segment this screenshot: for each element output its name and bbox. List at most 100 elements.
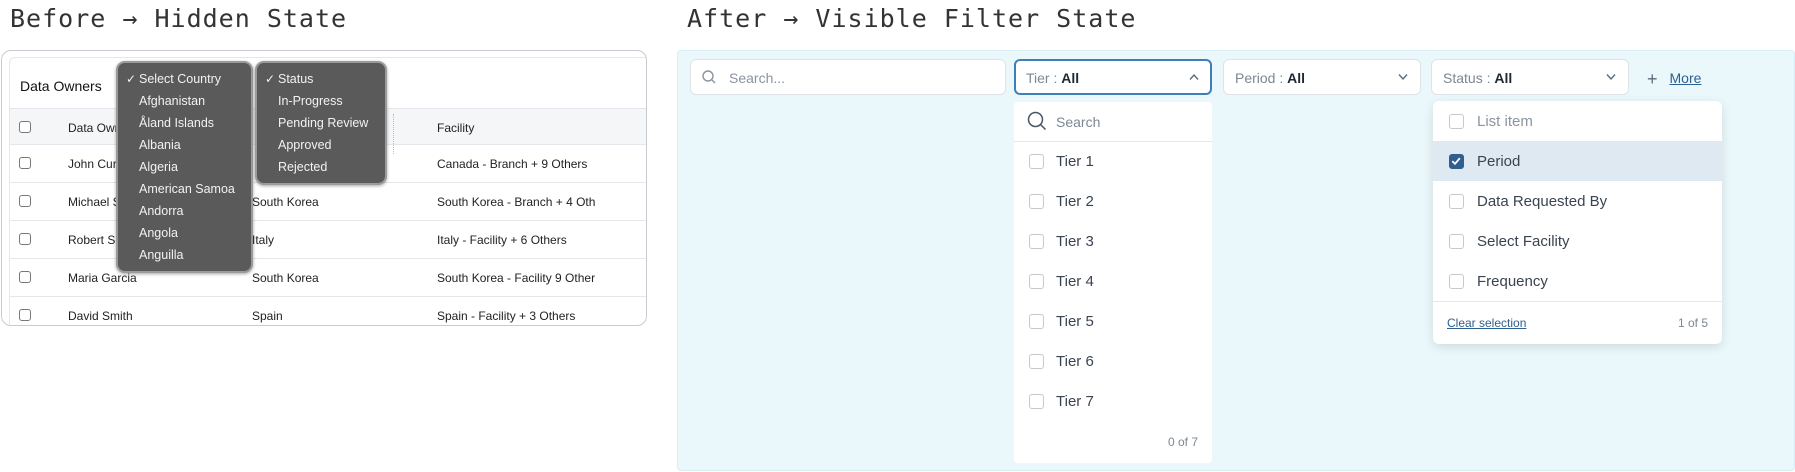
option-label: Tier 1 <box>1056 153 1094 170</box>
country-option[interactable]: Albania <box>118 134 251 156</box>
plus-icon: + <box>1647 69 1658 89</box>
country-option[interactable]: American Samoa <box>118 178 251 200</box>
filter-label: Tier : <box>1026 70 1058 86</box>
owner-cell: Michael S <box>68 195 121 209</box>
option-checkbox[interactable] <box>1029 354 1044 369</box>
tier-selection-count: 0 of 7 <box>1167 435 1198 449</box>
tier-option[interactable]: Tier 6 <box>1014 342 1212 382</box>
after-panel: Search... Tier : All Period : All Status… <box>677 50 1795 471</box>
more-option[interactable]: Data Requested By <box>1433 181 1722 221</box>
facility-cell: Canada - Branch + 9 Others <box>437 157 588 171</box>
option-checkbox[interactable] <box>1449 274 1464 289</box>
filter-value: All <box>1287 70 1306 86</box>
option-checkbox[interactable] <box>1029 234 1044 249</box>
owner-cell: John Cur <box>68 157 117 171</box>
status-option[interactable]: Pending Review <box>257 112 385 134</box>
row-checkbox[interactable] <box>19 195 31 207</box>
status-select-popup[interactable]: ✓ Status In-Progress Pending Review Appro… <box>255 61 387 185</box>
more-option[interactable]: Frequency <box>1433 261 1722 301</box>
check-icon: ✓ <box>126 72 137 86</box>
option-label: Pending Review <box>278 116 369 130</box>
option-label: Approved <box>278 138 332 152</box>
tier-option[interactable]: Tier 4 <box>1014 262 1212 302</box>
table-row[interactable]: Michael S South Korea South Korea - Bran… <box>10 183 646 221</box>
option-label: Tier 7 <box>1056 393 1094 410</box>
option-label: Tier 5 <box>1056 313 1094 330</box>
tier-option[interactable]: Tier 1 <box>1014 142 1212 182</box>
option-checkbox[interactable] <box>1449 194 1464 209</box>
option-checkbox-checked[interactable] <box>1449 154 1464 169</box>
status-option[interactable]: ✓ Status <box>257 68 385 90</box>
option-label: Anguilla <box>139 248 184 262</box>
filter-value: All <box>1061 70 1080 86</box>
tier-search-placeholder: Search <box>1056 114 1101 130</box>
option-label: Status <box>278 72 314 86</box>
status-filter-dropdown[interactable]: Status : All <box>1431 59 1629 95</box>
row-checkbox[interactable] <box>19 233 31 245</box>
status-option[interactable]: In-Progress <box>257 90 385 112</box>
filter-label: Period : <box>1235 70 1284 86</box>
option-checkbox[interactable] <box>1029 154 1044 169</box>
chevron-up-icon <box>1189 73 1199 80</box>
table-row[interactable]: Maria Garcia South Korea South Korea - F… <box>10 259 646 297</box>
row-checkbox[interactable] <box>19 271 31 283</box>
option-label: American Samoa <box>139 182 235 196</box>
tier-option[interactable]: Tier 7 <box>1014 382 1212 422</box>
tier-search-input[interactable]: Search <box>1014 102 1212 142</box>
option-checkbox[interactable] <box>1029 194 1044 209</box>
country-cell: South Korea <box>252 271 319 285</box>
more-label: More <box>1669 70 1702 86</box>
option-label: Select Country <box>139 72 221 86</box>
clear-selection-link[interactable]: Clear selection <box>1447 316 1526 330</box>
filter-text: Period : All <box>1235 70 1305 86</box>
owner-cell: David Smith <box>68 309 133 323</box>
table-row[interactable]: Robert S Italy Italy - Facility + 6 Othe… <box>10 221 646 259</box>
status-option[interactable]: Approved <box>257 134 385 156</box>
search-icon <box>702 70 716 84</box>
more-filters-button[interactable]: + More <box>1647 69 1701 90</box>
option-checkbox[interactable] <box>1029 274 1044 289</box>
more-menu-footer: Clear selection 1 of 5 <box>1433 301 1722 344</box>
option-label: Andorra <box>139 204 184 218</box>
option-label: Tier 3 <box>1056 233 1094 250</box>
more-option[interactable]: List item <box>1433 101 1722 141</box>
option-label: Tier 6 <box>1056 353 1094 370</box>
column-header-facility[interactable]: Facility <box>437 121 474 135</box>
owner-cell: Robert S <box>68 233 116 247</box>
option-checkbox[interactable] <box>1449 234 1464 249</box>
search-input[interactable]: Search... <box>690 59 1006 95</box>
status-option[interactable]: Rejected <box>257 156 385 178</box>
tier-option[interactable]: Tier 3 <box>1014 222 1212 262</box>
checkmark-icon <box>1451 157 1461 166</box>
country-option[interactable]: ✓ Select Country <box>118 68 251 90</box>
select-all-checkbox[interactable] <box>19 121 31 133</box>
country-option[interactable]: Anguilla <box>118 244 251 266</box>
table-title: Data Owners <box>20 78 102 94</box>
facility-cell: Spain - Facility + 3 Others <box>437 309 576 323</box>
tier-option[interactable]: Tier 2 <box>1014 182 1212 222</box>
country-option[interactable]: Andorra <box>118 200 251 222</box>
period-filter-dropdown[interactable]: Period : All <box>1223 59 1421 95</box>
option-label: Albania <box>139 138 181 152</box>
more-option[interactable]: Period <box>1433 141 1722 181</box>
country-select-popup[interactable]: ✓ Select Country Afghanistan Åland Island… <box>116 61 253 273</box>
country-option[interactable]: Åland Islands <box>118 112 251 134</box>
option-label: Frequency <box>1477 273 1548 290</box>
tier-filter-dropdown[interactable]: Tier : All <box>1014 59 1212 95</box>
row-checkbox[interactable] <box>19 157 31 169</box>
filter-text: Tier : All <box>1026 70 1079 86</box>
tier-option[interactable]: Tier 5 <box>1014 302 1212 342</box>
more-option[interactable]: Select Facility <box>1433 221 1722 261</box>
country-option[interactable]: Algeria <box>118 156 251 178</box>
before-heading: Before → Hidden State <box>10 4 348 33</box>
row-checkbox[interactable] <box>19 309 31 321</box>
country-option[interactable]: Angola <box>118 222 251 244</box>
option-label: Period <box>1477 153 1521 170</box>
option-checkbox[interactable] <box>1029 314 1044 329</box>
filter-label: Status : <box>1443 70 1491 86</box>
table-row[interactable]: David Smith Spain Spain - Facility + 3 O… <box>10 297 646 325</box>
country-option[interactable]: Afghanistan <box>118 90 251 112</box>
option-checkbox[interactable] <box>1449 114 1464 129</box>
option-label: Tier 2 <box>1056 193 1094 210</box>
option-checkbox[interactable] <box>1029 394 1044 409</box>
